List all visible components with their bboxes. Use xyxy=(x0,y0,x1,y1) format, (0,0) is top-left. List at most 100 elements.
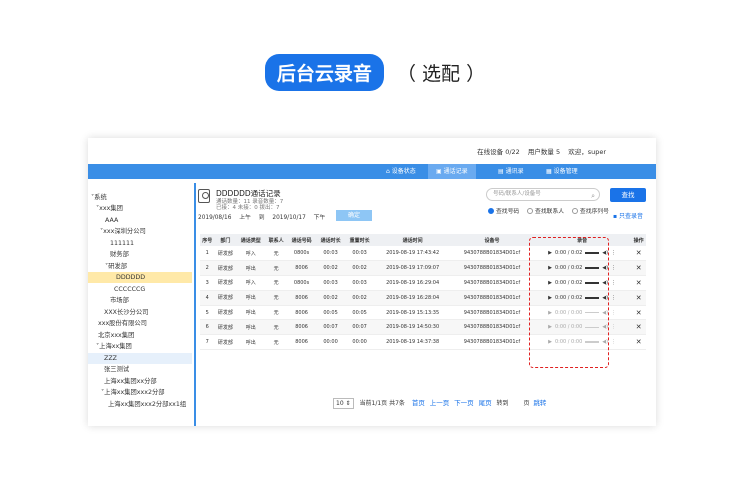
more-icon[interactable]: ⋮ xyxy=(611,250,616,256)
radio-dot xyxy=(571,208,578,214)
nav-label: 通讯录 xyxy=(505,168,524,175)
tree-node[interactable]: xxx股份有限公司 xyxy=(98,318,147,329)
more-icon[interactable]: ⋮ xyxy=(611,324,616,330)
page-size-value: 10 xyxy=(336,400,344,407)
radio-label: 查找号码 xyxy=(496,209,520,215)
radio-contact[interactable]: 查找联系人 xyxy=(527,208,564,215)
table-cell: 00:02 xyxy=(345,290,375,306)
tree-node[interactable]: 111111 xyxy=(110,238,134,249)
tree-node-label: CCCCCCG xyxy=(114,286,146,293)
org-tree: ˅系统 ˅xxx集团 AAA ˅xxx深圳分公司 111111 财务部 ˅研发部… xyxy=(88,188,194,426)
only-recorded-toggle[interactable]: ▪ 只查录音 xyxy=(613,211,643,220)
date-from[interactable]: 2019/08/16 xyxy=(198,215,231,221)
tree-node[interactable]: 上海xx集团xxx2分部xx1组 xyxy=(108,399,186,410)
search-input[interactable]: 号码/联系人/设备号 ⌕ xyxy=(486,188,600,201)
last-page-link[interactable]: 尾页 xyxy=(479,399,492,407)
page-size-select[interactable]: 10 ⇕ xyxy=(333,398,354,409)
col-header: 通话号码 xyxy=(287,234,317,246)
table-cell: 4 xyxy=(200,290,215,306)
more-icon[interactable]: ⋮ xyxy=(611,265,616,271)
prev-page-link[interactable]: 上一页 xyxy=(430,399,450,407)
radio-serial[interactable]: 查找序列号 xyxy=(571,208,609,215)
confirm-button[interactable]: 确定 xyxy=(336,210,372,221)
tree-node[interactable]: XXX长沙分公司 xyxy=(104,307,148,318)
first-page-link[interactable]: 首页 xyxy=(412,399,425,407)
tree-node-label: 上海xx集团xx分部 xyxy=(104,378,157,385)
tree-node[interactable]: ˅上海xx集团 xyxy=(96,341,132,352)
table-cell: 研发部 xyxy=(214,305,237,321)
online-devices: 在线设备 0/22 xyxy=(477,148,520,156)
tree-node[interactable]: 北京xxx集团 xyxy=(98,330,134,341)
col-header[interactable]: 通话时长 xyxy=(316,234,346,246)
more-icon[interactable]: ⋮ xyxy=(611,310,616,316)
delete-icon[interactable]: ✕ xyxy=(636,279,642,287)
col-header[interactable]: 通话时间 xyxy=(374,234,452,246)
delete-icon[interactable]: ✕ xyxy=(636,338,642,346)
table-cell: 8006 xyxy=(287,260,317,277)
nav-contacts[interactable]: ▤ 通讯录 xyxy=(490,164,532,179)
pagination: 10 ⇕ 当前1/1页 共7条 首页 上一页 下一页 尾页 转到 页 跳转 xyxy=(333,397,549,409)
radio-number[interactable]: 查找号码 xyxy=(488,208,520,215)
next-page-link[interactable]: 下一页 xyxy=(454,399,474,407)
panel-divider xyxy=(194,183,196,426)
nav-device-manage[interactable]: ▦ 设备管理 xyxy=(538,164,586,179)
feature-suffix: （ 选配 ） xyxy=(397,63,486,85)
tree-node[interactable]: AAA xyxy=(105,215,118,226)
tree-node-label: xxx股份有限公司 xyxy=(98,320,147,327)
find-button[interactable]: 查找 xyxy=(610,188,646,202)
table-cell: 00:03 xyxy=(345,246,375,262)
action-cell: ✕ xyxy=(631,246,646,262)
tree-node[interactable]: 财务部 xyxy=(110,249,129,260)
delete-icon[interactable]: ✕ xyxy=(636,323,642,331)
tree-node[interactable]: ˅xxx深圳分公司 xyxy=(100,226,146,237)
table-cell: 3 xyxy=(200,275,215,291)
jump-link[interactable]: 跳转 xyxy=(533,399,546,407)
tree-node-label: 市场部 xyxy=(110,297,129,304)
delete-icon[interactable]: ✕ xyxy=(636,264,642,272)
table-cell: 呼出 xyxy=(236,305,266,321)
delete-icon[interactable]: ✕ xyxy=(636,309,642,317)
tree-node[interactable]: ˅xxx集团 xyxy=(96,203,123,214)
table-cell: 无 xyxy=(265,275,288,291)
table-cell: 呼出 xyxy=(236,334,266,351)
only-recorded-label: 只查录音 xyxy=(618,213,643,220)
tree-node[interactable]: ˅研发部 xyxy=(105,261,127,272)
more-icon[interactable]: ⋮ xyxy=(611,295,616,301)
tree-node-label: 上海xx集团xxx2分部xx1组 xyxy=(108,401,187,408)
tree-node[interactable]: CCCCCCG xyxy=(114,284,145,295)
table-cell: 无 xyxy=(265,246,288,262)
tree-node[interactable]: 市场部 xyxy=(110,295,129,306)
col-header[interactable]: 重置时长 xyxy=(345,234,375,246)
tree-node[interactable]: 张三测试 xyxy=(104,364,129,375)
table-cell: 00:03 xyxy=(316,275,346,291)
table-cell: 无 xyxy=(265,305,288,321)
user-count: 用户数量 5 xyxy=(527,148,561,156)
tree-node-label: 上海xx集团 xyxy=(99,343,132,350)
nav-label: 通话记录 xyxy=(443,168,468,175)
delete-icon[interactable]: ✕ xyxy=(636,294,642,302)
search-mode: 查找号码 查找联系人 查找序列号 xyxy=(488,206,615,215)
nav-device-status[interactable]: ⌂ 设备状态 xyxy=(378,164,424,179)
table-cell: 9430788B01834D01cf xyxy=(451,275,533,291)
ampm-to[interactable]: 下午 xyxy=(314,215,326,221)
table-cell: 5 xyxy=(200,305,215,321)
nav-call-records[interactable]: ▣ 通话记录 xyxy=(428,164,476,179)
welcome-text[interactable]: 欢迎，super xyxy=(568,148,606,156)
more-icon[interactable]: ⋮ xyxy=(611,339,616,345)
tree-node[interactable]: 上海xx集团xx分部 xyxy=(104,376,157,387)
radio-label: 查找序列号 xyxy=(579,209,609,215)
table-cell: 2019-08-19 15:13:35 xyxy=(374,305,452,321)
delete-icon[interactable]: ✕ xyxy=(636,249,642,257)
date-to[interactable]: 2019/10/17 xyxy=(272,215,305,221)
tree-node-selected[interactable]: DDDDDD xyxy=(88,272,192,283)
tree-node-label: 上海xx集团xxx2分部 xyxy=(104,389,165,396)
tree-node[interactable]: ZZZ xyxy=(88,353,192,364)
table-cell: 8006 xyxy=(287,319,317,336)
tree-node[interactable]: ˅上海xx集团xxx2分部 xyxy=(101,387,165,398)
tree-node-label: 111111 xyxy=(110,240,135,247)
table-cell: 2019-08-19 14:37:38 xyxy=(374,334,452,351)
ampm-from[interactable]: 上午 xyxy=(239,215,251,221)
more-icon[interactable]: ⋮ xyxy=(611,280,616,286)
tree-node[interactable]: ˅系统 xyxy=(91,192,107,203)
col-header: 操作 xyxy=(631,234,646,246)
